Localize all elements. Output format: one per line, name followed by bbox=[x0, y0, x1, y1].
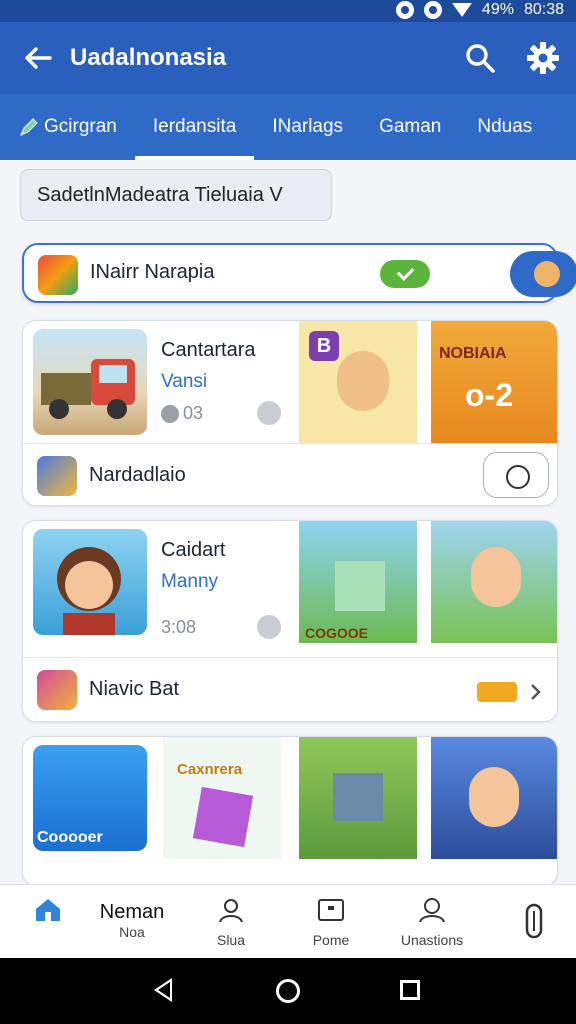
character-illustration bbox=[469, 767, 519, 827]
app-meta-value: 03 bbox=[183, 403, 204, 423]
app-thumbnail: Cooooer bbox=[33, 745, 147, 851]
game-tile[interactable]: COGOOE bbox=[299, 521, 417, 643]
card-icon bbox=[318, 899, 344, 921]
tile-title: Cooooer bbox=[37, 829, 103, 846]
game-tile[interactable]: Caxnrera bbox=[163, 737, 281, 859]
app-icon bbox=[37, 670, 77, 710]
filter-dropdown[interactable]: SadetlnMadeatra Tieluaia V bbox=[20, 169, 332, 221]
people-icon bbox=[219, 899, 243, 923]
featured-app-row[interactable]: INairr Narapia bbox=[22, 243, 576, 303]
app-thumbnail bbox=[33, 529, 147, 635]
featured-action-button[interactable] bbox=[510, 251, 576, 297]
tile-title: NOBIAIA bbox=[439, 345, 507, 362]
app-meta: 03 bbox=[161, 403, 203, 424]
sync-icon bbox=[423, 1, 442, 19]
search-icon[interactable] bbox=[464, 42, 496, 74]
capsule-icon bbox=[525, 903, 543, 939]
tab-nduas[interactable]: Nduas bbox=[459, 94, 550, 160]
tile-title: COGOOE bbox=[305, 625, 369, 641]
app-icon bbox=[38, 255, 78, 295]
app-meta: 3:08 bbox=[161, 617, 196, 638]
nav-label-top: Neman bbox=[99, 901, 165, 923]
app-developer[interactable]: Vansi bbox=[161, 371, 207, 393]
back-arrow-icon[interactable] bbox=[22, 42, 54, 74]
nav-home[interactable] bbox=[18, 885, 78, 959]
filter-label: SadetlnMadeatra Tieluaia V bbox=[37, 183, 283, 206]
featured-app-name: INairr Narapia bbox=[90, 261, 215, 283]
nav-unastions[interactable]: Unastions bbox=[394, 885, 470, 959]
app-thumbnail bbox=[33, 329, 147, 435]
game-tile[interactable]: B bbox=[299, 321, 417, 443]
coin-icon bbox=[477, 682, 517, 702]
castle-illustration bbox=[333, 773, 383, 821]
game-tile[interactable] bbox=[431, 521, 557, 643]
nav-label: Pome bbox=[312, 932, 350, 948]
timer-button[interactable] bbox=[483, 452, 549, 498]
tile-badge: B bbox=[309, 331, 339, 361]
app-card[interactable]: Caidart Manny 3:08 COGOOE Niavic Bat bbox=[22, 520, 558, 722]
app-icon bbox=[37, 456, 77, 496]
card-footer: Niavic Bat bbox=[23, 657, 557, 721]
tab-inarlags[interactable]: INarlags bbox=[254, 94, 361, 160]
system-home-icon[interactable] bbox=[276, 979, 300, 1003]
pencil-icon bbox=[20, 118, 38, 136]
character-illustration bbox=[337, 351, 389, 411]
profile-icon bbox=[419, 898, 445, 923]
app-name: Caidart bbox=[161, 539, 226, 561]
tab-label: Ierdansita bbox=[152, 116, 237, 137]
card-footer: Nardadlaio bbox=[23, 443, 557, 505]
app-meta-value: 3:08 bbox=[161, 617, 197, 637]
app-bar: Uadalnonasia bbox=[0, 22, 576, 94]
nav-pome[interactable]: Pome bbox=[296, 885, 366, 959]
nav-label: Unastions bbox=[400, 932, 464, 948]
chevron-right-icon[interactable] bbox=[529, 682, 543, 702]
clock: 80:38 bbox=[523, 1, 564, 18]
tab-label: Gcirgran bbox=[44, 116, 117, 137]
bottom-navigation: Neman Noa Slua Pome Unastions bbox=[0, 884, 576, 958]
edit-icon[interactable] bbox=[257, 401, 281, 425]
checkmark-toggle[interactable] bbox=[380, 260, 430, 288]
system-navigation-bar bbox=[0, 958, 576, 1024]
page-title: Uadalnonasia bbox=[70, 44, 227, 71]
battery-level: 49% bbox=[481, 1, 514, 18]
game-tile[interactable] bbox=[299, 737, 417, 859]
nav-label: Noa bbox=[119, 924, 145, 940]
notification-icon bbox=[395, 1, 414, 19]
cube-illustration bbox=[335, 561, 385, 611]
tile-value: o-2 bbox=[465, 377, 513, 413]
tab-label: Gaman bbox=[379, 116, 442, 137]
app-developer[interactable]: Manny bbox=[161, 571, 218, 593]
wifi-icon bbox=[451, 3, 472, 17]
tab-gaman[interactable]: Gaman bbox=[361, 94, 459, 160]
system-recents-icon[interactable] bbox=[400, 980, 420, 1000]
tile-title: Caxnrera bbox=[177, 761, 243, 778]
cube-illustration bbox=[192, 786, 254, 848]
home-icon bbox=[36, 899, 60, 921]
app-card[interactable]: Cantartara Vansi 03 B NOBIAIA o-2 Nardad… bbox=[22, 320, 558, 506]
nav-label: Slua bbox=[216, 932, 246, 948]
nav-more[interactable] bbox=[514, 885, 554, 959]
tab-bar: Gcirgran Ierdansita INarlags Gaman Nduas bbox=[0, 94, 576, 160]
tab-label: Nduas bbox=[477, 116, 533, 137]
nav-slua[interactable]: Slua bbox=[196, 885, 266, 959]
app-name: Cantartara bbox=[161, 339, 256, 361]
game-tile[interactable] bbox=[431, 737, 557, 859]
app-card[interactable]: Cooooer Caxnrera bbox=[22, 736, 558, 886]
character-illustration bbox=[57, 547, 121, 635]
tab-ierdansita[interactable]: Ierdansita bbox=[134, 94, 255, 160]
game-tile[interactable]: NOBIAIA o-2 bbox=[431, 321, 557, 443]
status-bar: 49% 80:38 bbox=[0, 0, 576, 22]
clock-icon bbox=[161, 404, 179, 423]
character-illustration bbox=[471, 547, 521, 607]
tab-label: INarlags bbox=[272, 116, 344, 137]
truck-illustration bbox=[41, 359, 135, 419]
footer-label: Nardadlaio bbox=[89, 464, 186, 486]
system-back-icon[interactable] bbox=[154, 978, 172, 1002]
nav-neman[interactable]: Neman Noa bbox=[90, 885, 174, 959]
tab-gcirgran[interactable]: Gcirgran bbox=[0, 94, 135, 160]
gear-icon[interactable] bbox=[526, 41, 560, 75]
footer-label: Niavic Bat bbox=[89, 678, 180, 700]
close-icon[interactable] bbox=[257, 615, 281, 639]
